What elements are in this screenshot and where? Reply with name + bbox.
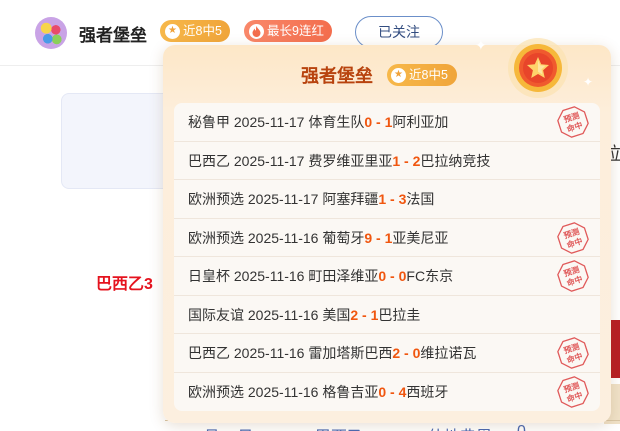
match-score-separator: - <box>390 268 395 284</box>
match-away-team: 维拉诺瓦 <box>420 345 477 361</box>
match-date: 2025-11-17 <box>247 191 319 207</box>
match-date: 2025-11-16 <box>247 229 319 246</box>
match-date: 2025-11-16 <box>247 306 319 323</box>
star-icon: ★ <box>165 23 180 39</box>
match-row[interactable]: 巴西乙 2025-11-16 雷加塔斯巴西2 - 0维拉诺瓦 预测 命中 <box>174 334 600 373</box>
match-home-team: 体育生队 <box>308 114 365 130</box>
match-row[interactable]: 欧洲预选 2025-11-16 葡萄牙9 - 1亚美尼亚 预测 命中 <box>174 219 600 257</box>
match-home-team: 格鲁吉亚 <box>322 383 379 400</box>
sparkle-icon: ✦ <box>583 75 594 89</box>
match-away-team: FC东京 <box>406 268 454 284</box>
match-date: 2025-11-16 <box>247 383 319 400</box>
flame-icon <box>249 23 264 39</box>
match-score-separator: - <box>390 191 395 207</box>
user-name[interactable]: 强者堡垒 <box>79 21 147 46</box>
popup-title: 强者堡垒 <box>301 66 373 86</box>
match-league: 巴西乙 <box>188 152 230 169</box>
star-icon: ★ <box>391 67 406 83</box>
match-away-team: 西班牙 <box>406 383 449 400</box>
match-away-team: 巴拉圭 <box>378 306 421 323</box>
popup-streak-badge: ★ 近8中5 <box>387 64 457 86</box>
match-away-team: 法国 <box>406 191 435 207</box>
background-bottom-score: 0 <box>517 423 526 431</box>
match-league: 巴西乙 <box>188 345 230 361</box>
match-home-score: 0 <box>378 268 387 284</box>
prediction-hit-stamp-icon: 预测命中 <box>557 106 589 138</box>
background-league-text: 巴西乙3 <box>96 276 153 293</box>
match-home-score: 0 <box>378 383 387 400</box>
match-row[interactable]: 国际友谊 2025-11-16 美国2 - 1巴拉圭 <box>174 296 600 334</box>
prediction-hit-stamp-icon: 预测命中 <box>557 221 589 254</box>
medal-star-icon <box>508 38 568 98</box>
match-home-team: 费罗维亚里亚 <box>308 152 393 169</box>
match-home-score: 2 <box>392 345 401 361</box>
match-row[interactable]: 巴西乙 2025-11-17 费罗维亚里亚1 - 2巴拉纳竞技 <box>174 142 600 180</box>
match-away-team: 亚美尼亚 <box>392 229 449 246</box>
follow-button[interactable]: 已关注 <box>355 16 443 48</box>
match-away-team: 巴拉纳竞技 <box>420 152 491 169</box>
match-score-separator: - <box>362 306 367 323</box>
match-league: 国际友谊 <box>188 306 244 323</box>
match-row[interactable]: 日皇杯 2025-11-16 町田泽维亚0 - 0FC东京 预测 命中 <box>174 257 600 296</box>
match-date: 2025-11-16 <box>233 268 305 284</box>
longest-streak-badge: 最长9连红 <box>244 20 332 42</box>
match-date: 2025-11-17 <box>233 114 305 130</box>
match-league: 欧洲预选 <box>188 229 244 246</box>
match-home-team: 阿塞拜疆 <box>322 191 379 207</box>
match-home-team: 美国 <box>322 306 351 323</box>
match-date: 2025-11-17 <box>233 152 305 169</box>
streak-badge: ★ 近8中5 <box>160 20 230 42</box>
match-home-score: 1 <box>378 191 387 207</box>
match-league: 日皇杯 <box>188 268 230 284</box>
match-home-score: 1 <box>392 152 401 169</box>
match-list: 秘鲁甲 2025-11-17 体育生队0 - 1阿利亚加 预测 命中 巴西乙 2025… <box>174 103 600 411</box>
match-score-separator: - <box>390 383 395 400</box>
match-row[interactable]: 欧洲预选 2025-11-16 格鲁吉亚0 - 4西班牙 预测 命中 <box>174 373 600 412</box>
match-row[interactable]: 秘鲁甲 2025-11-17 体育生队0 - 1阿利亚加 预测 命中 <box>174 103 600 142</box>
match-row[interactable]: 欧洲预选 2025-11-17 阿塞拜疆1 - 3法国 <box>174 180 600 219</box>
background-bottom-team: 仙地弗恩 <box>428 423 492 431</box>
sparkle-icon: ✦ <box>475 37 487 53</box>
match-score-separator: - <box>376 229 381 246</box>
prediction-hit-stamp-icon: 预测命中 <box>557 375 589 408</box>
match-league: 欧洲预选 <box>188 191 244 207</box>
background-bottom-date: 11月10日 <box>187 423 253 431</box>
match-away-team: 阿利亚加 <box>392 114 449 130</box>
popup-streak-label: 近8中5 <box>409 68 448 82</box>
prediction-hit-stamp-icon: 预测命中 <box>557 337 589 369</box>
match-league: 欧洲预选 <box>188 383 244 400</box>
match-score-separator: - <box>404 152 409 169</box>
match-score-separator: - <box>404 345 409 361</box>
streak-badge-label: 近8中5 <box>183 24 222 38</box>
match-date: 2025-11-16 <box>233 345 305 361</box>
match-home-score: 2 <box>350 306 359 323</box>
longest-streak-label: 最长9连红 <box>267 24 324 38</box>
match-home-score: 0 <box>364 114 373 130</box>
match-home-team: 葡萄牙 <box>322 229 365 246</box>
match-score-separator: - <box>376 114 381 130</box>
background-bottom-league: 巴西乙 <box>315 423 363 431</box>
record-popup: ✦ ✦ 强者堡垒 ★ 近8中5 秘鲁甲 2025-11-17 体育生队0 - 1… <box>163 37 611 423</box>
match-home-score: 9 <box>364 229 373 246</box>
avatar[interactable] <box>35 17 67 49</box>
prediction-hit-stamp-icon: 预测命中 <box>557 260 589 292</box>
match-league: 秘鲁甲 <box>188 114 230 130</box>
match-home-team: 雷加塔斯巴西 <box>308 345 393 361</box>
match-home-team: 町田泽维亚 <box>308 268 379 284</box>
